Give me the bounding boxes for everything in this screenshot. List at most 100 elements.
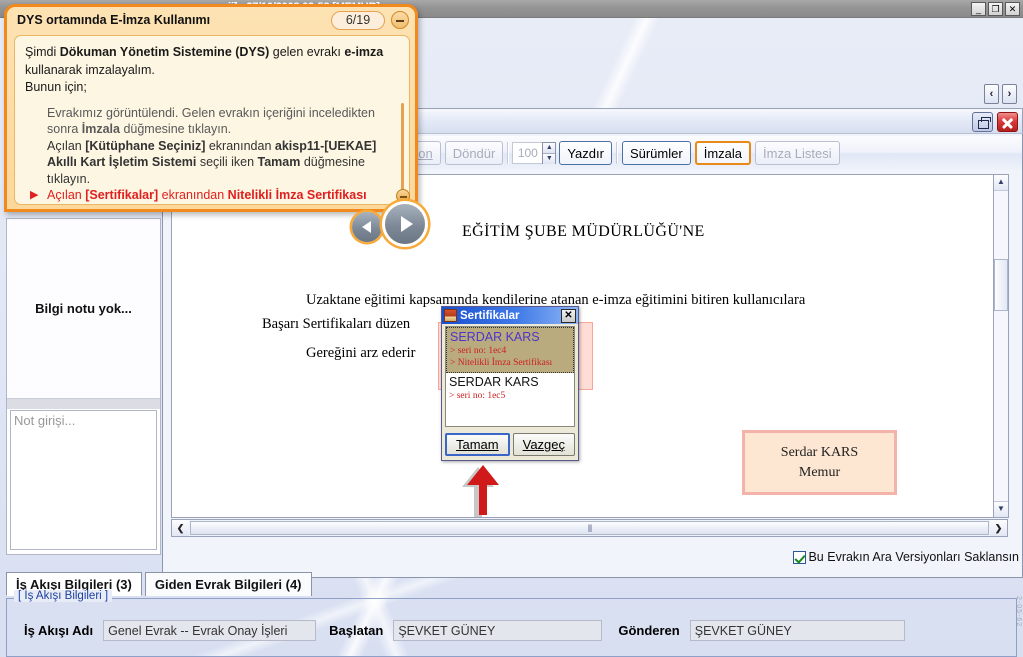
document-restore-icon[interactable] (972, 112, 993, 132)
callout-scrollbar[interactable] (396, 103, 410, 215)
callout-s2-b: [Kütüphane Seçiniz] (85, 138, 206, 153)
callout-header: DYS ortamında E-İmza Kullanımı 6/19 (7, 7, 415, 33)
minimize-button[interactable]: _ (971, 2, 986, 16)
field-value-baslatan[interactable]: ŞEVKET GÜNEY (393, 620, 603, 641)
cancel-button-label: Vazgeç (522, 437, 566, 452)
keep-versions-label: Bu Evrakın Ara Versiyonları Saklansın (808, 550, 1019, 564)
callout-title: DYS ortamında E-İmza Kullanımı (17, 13, 211, 27)
callout-s1-b: İmzala (81, 122, 120, 136)
list-item[interactable]: SERDAR KARS > seri no: 1ec4 > Nitelikli … (446, 327, 574, 373)
document-vertical-scrollbar[interactable]: ▲ ▼ (993, 174, 1009, 518)
zoom-spin-arrows[interactable]: ▲ ▼ (542, 142, 557, 164)
ok-button[interactable]: Tamam (444, 433, 510, 456)
print-button[interactable]: Yazdır (559, 141, 612, 165)
note-divider (7, 398, 160, 409)
document-horizontal-scrollbar[interactable]: ❮ ❯ (171, 519, 1008, 537)
window-controls: _ ❐ ✕ (971, 2, 1020, 16)
certificate-serial: > seri no: 1ec4 (450, 346, 507, 356)
signature-list-label: İmza Listesi (763, 145, 832, 161)
red-pointer-arrow-icon (462, 465, 499, 517)
sign-button[interactable]: İmzala (694, 141, 751, 165)
vertical-scroll-thumb[interactable] (994, 259, 1008, 311)
zoom-stepper[interactable]: 100 ▲ ▼ (512, 142, 557, 164)
field-value-is-akisi-adi[interactable]: Genel Evrak -- Evrak Onay İşleri (103, 620, 317, 641)
tab-giden-evrak-label: Giden Evrak Bilgileri (4) (154, 577, 302, 592)
callout-s2-f: seçili iken (196, 155, 258, 169)
callout-s2-a: Açılan (47, 138, 86, 153)
signature-stamp-title: Memur (798, 464, 841, 480)
ok-button-label: Tamam (455, 437, 499, 452)
vertical-scroll-track[interactable] (994, 191, 1008, 501)
certificates-list[interactable]: SERDAR KARS > seri no: 1ec4 > Nitelikli … (445, 326, 575, 427)
next-arrow-icon (400, 216, 413, 232)
print-label: Yazdır (567, 145, 604, 161)
document-close-icon[interactable] (997, 112, 1018, 132)
note-panel: Bilgi notu yok... Not girişi... (6, 218, 161, 555)
scroll-down-icon[interactable]: ▼ (994, 501, 1008, 517)
callout-s2-c: ekranından (205, 138, 275, 153)
zoom-down-icon[interactable]: ▼ (543, 154, 556, 164)
signature-list-button[interactable]: İmza Listesi (755, 141, 840, 165)
scroll-up-icon[interactable]: ▲ (994, 175, 1008, 191)
list-item[interactable]: SERDAR KARS > seri no: 1ec5 (446, 373, 574, 405)
document-paragraph-3: Gereğini arz ederir (306, 345, 416, 361)
callout-step-counter: 6/19 (331, 10, 385, 30)
next-record-button[interactable]: › (1002, 84, 1017, 104)
prev-arrow-icon (361, 220, 371, 233)
rotate-button[interactable]: Döndür (444, 141, 504, 165)
restore-button[interactable]: ❐ (988, 2, 1003, 16)
callout-s2-d: akisp11 (274, 138, 321, 153)
rotate-label: Döndür (452, 145, 496, 161)
note-input[interactable]: Not girişi... (10, 410, 157, 550)
callout-step-2: Açılan [Kütüphane Seçiniz] ekranından ak… (47, 138, 387, 188)
toolbar-separator-2 (615, 142, 618, 164)
prev-record-button[interactable]: ‹ (984, 84, 999, 104)
callout-step-3: Açılan [Sertifikalar] ekranından Nitelik… (30, 187, 387, 206)
callout-s2-g: Tamam (257, 155, 301, 169)
field-value-gonderen[interactable]: ŞEVKET GÜNEY (689, 620, 905, 641)
keep-intermediate-versions-row[interactable]: Bu Evrakın Ara Versiyonları Saklansın (793, 550, 1019, 564)
callout-s3-e: seçili iken (47, 205, 105, 206)
document-heading: EĞİTİM ŞUBE MÜDÜRLÜĞÜ'NE (462, 223, 705, 240)
document-window-controls (972, 112, 1018, 132)
callout-scroll-thumb[interactable] (396, 189, 410, 203)
tab-giden-evrak-bilgileri[interactable]: Giden Evrak Bilgileri (4) (144, 572, 312, 596)
toolbar-separator-1 (507, 142, 510, 164)
callout-body: Şimdi Dökuman Yönetim Sistemine (DYS) ge… (14, 35, 410, 205)
callout-s3-f: Tamam (105, 205, 148, 206)
close-button[interactable]: ✕ (1005, 2, 1020, 16)
record-navigation: ‹ › (984, 84, 1017, 104)
keep-versions-checkbox[interactable] (793, 550, 807, 564)
callout-s1-c: düğmesine tıklayın. (119, 122, 232, 136)
zoom-up-icon[interactable]: ▲ (543, 143, 556, 154)
versions-button[interactable]: Sürümler (621, 141, 691, 165)
bottom-tabstrip: İş Akışı Bilgileri (3) Giden Evrak Bilgi… (6, 572, 1019, 596)
horizontal-scroll-thumb[interactable] (190, 521, 989, 535)
certificate-serial: > seri no: 1ec5 (449, 391, 506, 401)
java-coffee-icon (444, 309, 457, 322)
callout-prev-button[interactable] (352, 211, 382, 242)
certificates-dialog-title: Sertifikalar (460, 309, 520, 322)
callout-line-3: Bunun için; (25, 80, 87, 94)
certificate-owner-name: SERDAR KARS (450, 330, 540, 344)
callout-l1-bold: Dökuman Yönetim Sistemine (DYS) (59, 45, 270, 59)
scroll-left-icon[interactable]: ❮ (172, 520, 189, 536)
callout-navigation (352, 204, 425, 244)
certificates-close-icon[interactable]: ✕ (561, 308, 576, 323)
versions-label: Sürümler (629, 145, 683, 161)
edge-marker: 2-05-62 (1015, 596, 1022, 628)
certificates-dialog-buttons: Tamam Vazgeç (442, 433, 578, 456)
zoom-value[interactable]: 100 (512, 142, 543, 164)
field-label-baslatan: Başlatan (329, 623, 384, 638)
callout-l1-mid: gelen evrakı (269, 45, 345, 59)
tutorial-callout: DYS ortamında E-İmza Kullanımı 6/19 Şimd… (4, 4, 418, 212)
field-label-gonderen: Gönderen (618, 623, 680, 638)
callout-s3-b: [Sertifikalar] (85, 188, 159, 202)
cancel-button[interactable]: Vazgeç (512, 433, 576, 456)
workflow-group-legend: [ İş Akışı Bilgileri ] (14, 590, 113, 602)
callout-next-button[interactable] (385, 204, 425, 244)
callout-line-1: Şimdi Dökuman Yönetim Sistemine (DYS) ge… (25, 44, 387, 61)
scroll-right-icon[interactable]: ❯ (990, 520, 1007, 536)
minus-icon[interactable] (391, 11, 409, 29)
callout-l1-pre: Şimdi (25, 45, 60, 59)
